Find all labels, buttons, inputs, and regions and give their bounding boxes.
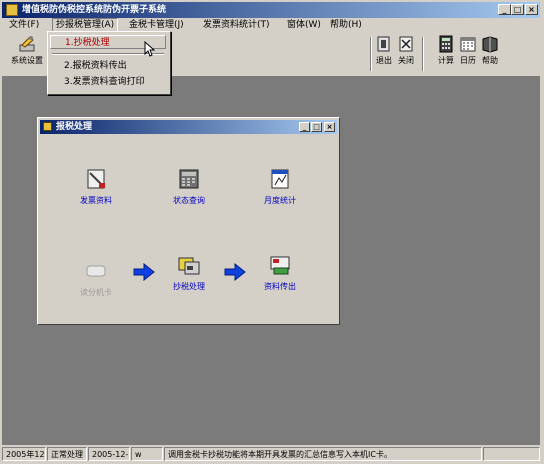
toolbar-separator — [370, 37, 372, 71]
settings-tool-icon — [19, 36, 35, 52]
help-label: 帮助 — [482, 56, 498, 65]
close-window-label: 关闭 — [398, 56, 414, 65]
mouse-cursor-icon — [144, 41, 156, 57]
status-bar: 2005年12月 正常处理 2005-12-19 w 调用金税卡抄税功能将本期开… — [2, 446, 540, 462]
status-period: 2005年12月 — [2, 447, 46, 461]
invoice-data-item[interactable]: 发票资料 — [66, 168, 126, 206]
menu-invoice-stats[interactable]: 发票资料统计(T) — [200, 18, 273, 32]
copy-tax-label: 抄税处理 — [173, 282, 205, 291]
exit-icon — [377, 36, 390, 52]
minimize-button[interactable]: _ — [498, 4, 511, 15]
menu-help[interactable]: 帮助(H) — [327, 18, 365, 32]
child-title-bar[interactable]: 报税处理 _ □ × — [40, 120, 337, 134]
status-query-label: 状态查询 — [173, 196, 205, 205]
read-sub-card-label: 读分机卡 — [80, 288, 112, 297]
child-maximize-button[interactable]: □ — [311, 122, 322, 132]
system-settings-label: 系统设置 — [11, 56, 43, 65]
calculator-icon — [439, 35, 453, 53]
menu-file[interactable]: 文件(F) — [6, 18, 42, 32]
menu-tax-management[interactable]: 抄报税管理(A) — [52, 18, 119, 32]
menu-tax-card[interactable]: 金税卡管理(J) — [126, 18, 187, 32]
status-state: 正常处理 — [47, 447, 87, 461]
calendar-label: 日历 — [460, 56, 476, 65]
title-bar[interactable]: 增值税防伪税控系统防伪开票子系统 _ □ × — [2, 2, 540, 18]
read-sub-card-item[interactable]: 读分机卡 — [66, 260, 126, 298]
monthly-stats-label: 月度统计 — [264, 196, 296, 205]
window-title: 增值税防伪税控系统防伪开票子系统 — [22, 5, 167, 15]
maximize-button[interactable]: □ — [511, 4, 524, 15]
copy-tax-item[interactable]: 抄税处理 — [159, 254, 219, 292]
monthly-stats-item[interactable]: 月度统计 — [250, 168, 310, 206]
status-query-icon — [179, 169, 199, 189]
system-settings-button[interactable]: 系统设置 — [8, 35, 46, 73]
child-app-icon — [43, 122, 52, 131]
data-transfer-icon — [270, 256, 290, 275]
copy-tax-icon — [178, 257, 200, 275]
app-icon — [6, 4, 18, 16]
close-doc-icon — [399, 36, 413, 52]
data-transfer-item[interactable]: 资料传出 — [250, 254, 310, 292]
help-button[interactable]: 帮助 — [479, 35, 501, 73]
menu-item-invoice-query-print[interactable]: 3.发票资料查询打印 — [50, 75, 166, 89]
toolbar-separator — [422, 37, 424, 71]
status-flag: w — [131, 447, 163, 461]
status-message: 调用金税卡抄税功能将本期开具发票的汇总信息写入本机IC卡。 — [164, 447, 482, 461]
exit-button[interactable]: 退出 — [373, 35, 395, 73]
close-window-button[interactable]: 关闭 — [395, 35, 417, 73]
invoice-data-label: 发票资料 — [80, 196, 112, 205]
main-window: 增值税防伪税控系统防伪开票子系统 _ □ × 文件(F) 抄报税管理(A) 金税… — [0, 0, 544, 464]
menu-window[interactable]: 窗体(W) — [284, 18, 324, 32]
calculator-button[interactable]: 计算 — [435, 35, 457, 73]
tax-report-window: 报税处理 _ □ × 发票资料 状态查询 月度统计 读分机卡 抄税处理 资料传出 — [37, 117, 340, 325]
menu-bar: 文件(F) 抄报税管理(A) 金税卡管理(J) 发票资料统计(T) 窗体(W) … — [2, 18, 540, 32]
child-close-button[interactable]: × — [324, 122, 335, 132]
help-book-icon — [482, 36, 498, 53]
calendar-button[interactable]: 日历 — [457, 35, 479, 73]
calculator-label: 计算 — [438, 56, 454, 65]
status-extra — [483, 447, 540, 461]
invoice-data-icon — [87, 169, 105, 189]
menu-item-report-transfer[interactable]: 2.报税资料传出 — [50, 59, 166, 73]
card-reader-icon — [86, 265, 106, 277]
status-query-item[interactable]: 状态查询 — [159, 168, 219, 206]
child-window-title: 报税处理 — [56, 122, 93, 132]
data-transfer-label: 资料传出 — [264, 282, 296, 291]
arrow-right-icon — [133, 263, 155, 281]
child-minimize-button[interactable]: _ — [299, 122, 310, 132]
calendar-icon — [460, 37, 476, 52]
status-date: 2005-12-19 — [88, 447, 130, 461]
exit-label: 退出 — [376, 56, 392, 65]
close-button[interactable]: × — [525, 4, 538, 15]
monthly-stats-icon — [271, 169, 289, 189]
arrow-right-icon — [224, 263, 246, 281]
